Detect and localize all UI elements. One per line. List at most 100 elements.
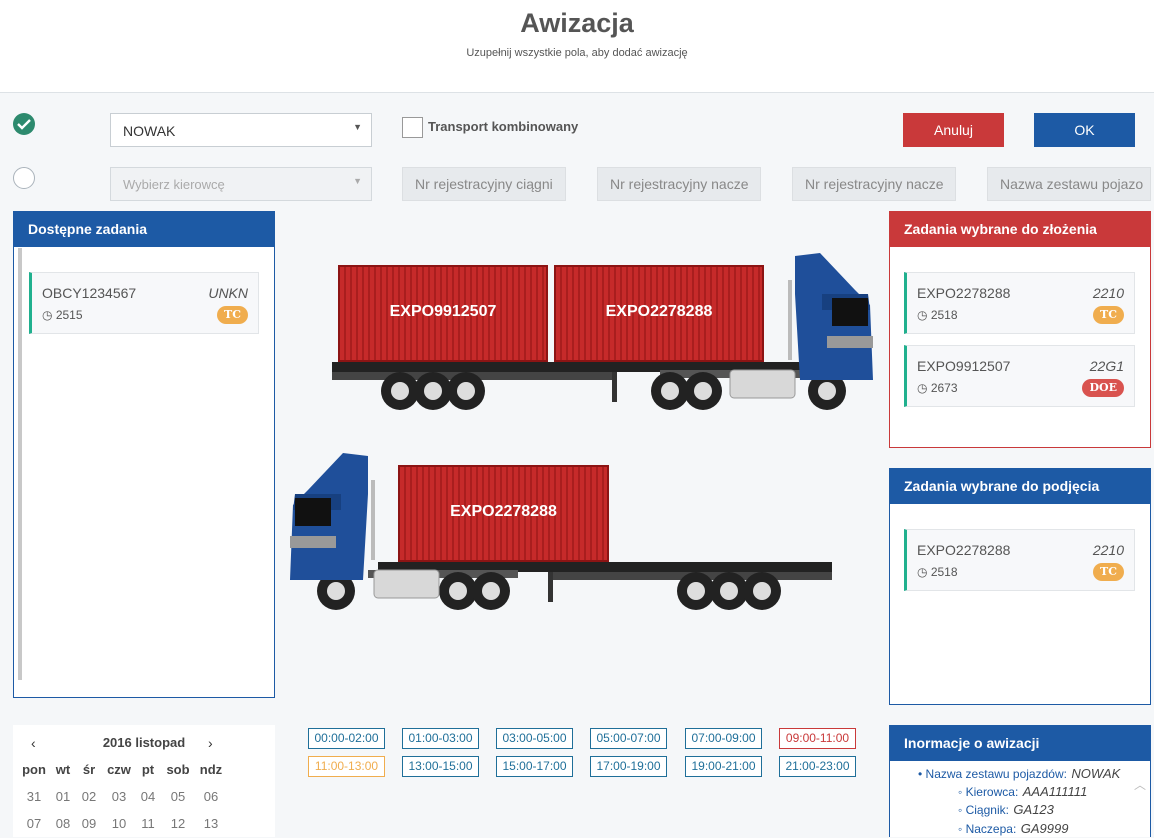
weekday-label: sob (166, 762, 190, 777)
chevron-down-icon: ▼ (353, 176, 362, 186)
info-label: Nazwa zestawu pojazdów: (925, 767, 1067, 781)
timeslot-button[interactable]: 13:00-15:00 (402, 756, 479, 777)
container-label: EXPO2278288 (605, 303, 713, 320)
combined-transport-label: Transport kombinowany (428, 119, 579, 134)
timeslot-button[interactable]: 21:00-23:00 (779, 756, 856, 777)
scroll-up-chevron-icon[interactable]: ︿ (1134, 776, 1146, 793)
container-top-right[interactable]: EXPO2278288 (554, 265, 764, 362)
timeslot-button[interactable]: 09:00-11:00 (779, 728, 856, 749)
pickup-tasks-panel: Zadania wybrane do podjęcia EXPO2278288 … (889, 468, 1151, 705)
task-number-value: 2515 (55, 308, 83, 322)
task-code: EXPO2278288 (917, 542, 1011, 558)
task-type: 2210 (1092, 285, 1124, 301)
container-label: EXPO2278288 (450, 503, 557, 520)
truck-drop-off-illustration: EXPO9912507 EXPO2278288 (330, 250, 875, 415)
vehicle-set-name-input[interactable]: Nazwa zestawu pojazo (987, 167, 1151, 201)
task-code: EXPO2278288 (917, 285, 1011, 301)
task-code: EXPO9912507 (917, 358, 1011, 374)
driver-select[interactable]: Wybierz kierowcę ▼ (110, 167, 372, 201)
info-value: AAA111111 (1022, 784, 1088, 799)
clock-icon: ◷ (917, 565, 928, 579)
info-trailer: ◦ Naczepa: GA9999 (958, 821, 1069, 836)
combined-transport-checkbox[interactable] (402, 117, 423, 138)
info-tractor: ◦ Ciągnik: GA123 (958, 802, 1054, 817)
carrier-select[interactable]: NOWAK ▼ (110, 113, 372, 147)
task-type: UNKN (208, 285, 248, 301)
task-card[interactable]: EXPO2278288 2210 ◷ 2518 TC (904, 272, 1135, 334)
chevron-down-icon: ▼ (353, 122, 362, 132)
calendar-day[interactable]: 10 (104, 816, 134, 831)
timeslot-button[interactable]: 05:00-07:00 (590, 728, 667, 749)
info-label: Ciągnik: (965, 803, 1009, 817)
task-number: ◷ 2518 (917, 565, 958, 579)
available-tasks-title: Dostępne zadania (14, 212, 274, 247)
trailer-registration-input-2[interactable]: Nr rejestracyjny nacze (792, 167, 956, 201)
task-number: ◷ 2518 (917, 308, 958, 322)
page-subtitle: Uzupełnij wszystkie pola, aby dodać awiz… (466, 47, 688, 59)
calendar-month-title: 2016 listopad (102, 735, 186, 750)
task-number: ◷ 2515 (42, 308, 83, 322)
info-value: GA9999 (1020, 821, 1069, 836)
task-code: OBCY1234567 (42, 285, 137, 301)
timeslot-button[interactable]: 07:00-09:00 (685, 728, 762, 749)
step-pending-circle-icon (13, 167, 35, 189)
info-value: GA123 (1013, 802, 1054, 817)
calendar-day[interactable]: 12 (163, 816, 193, 831)
date-picker: ‹ 2016 listopad › pon wt śr czw pt sob n… (13, 725, 275, 837)
tractor-registration-input[interactable]: Nr rejestracyjny ciągni (402, 167, 566, 201)
status-badge: TC (1093, 306, 1124, 324)
available-tasks-panel: Dostępne zadania OBCY1234567 UNKN ◷ 2515… (13, 211, 275, 698)
info-set-name: • Nazwa zestawu pojazdów: NOWAK (918, 766, 1121, 781)
task-number-value: 2518 (930, 308, 958, 322)
clock-icon: ◷ (917, 381, 928, 395)
status-badge: TC (1093, 563, 1124, 581)
clock-icon: ◷ (42, 308, 53, 322)
calendar-day[interactable]: 05 (163, 789, 193, 804)
task-type: 22G1 (1089, 358, 1124, 374)
timeslot-button[interactable]: 03:00-05:00 (496, 728, 573, 749)
task-card[interactable]: OBCY1234567 UNKN ◷ 2515 TC (29, 272, 259, 334)
calendar-day[interactable]: 04 (133, 789, 163, 804)
status-badge: TC (217, 306, 248, 324)
drop-tasks-title: Zadania wybrane do złożenia (890, 212, 1150, 247)
timeslot-button[interactable]: 19:00-21:00 (685, 756, 762, 777)
page-header: Awizacja Uzupełnij wszystkie pola, aby d… (0, 0, 1154, 93)
ok-button[interactable]: OK (1034, 113, 1135, 147)
weekday-label: pt (141, 762, 155, 777)
cancel-button[interactable]: Anuluj (903, 113, 1004, 147)
next-month-button[interactable]: › (208, 735, 213, 751)
calendar-day[interactable]: 07 (19, 816, 49, 831)
timeslot-button[interactable]: 00:00-02:00 (308, 728, 385, 749)
info-label: Kierowca: (965, 785, 1019, 799)
calendar-day[interactable]: 11 (133, 816, 163, 831)
driver-select-placeholder: Wybierz kierowcę (123, 177, 225, 192)
info-panel-title: Inormacje o awizacji (890, 726, 1150, 761)
calendar-day[interactable]: 06 (196, 789, 226, 804)
calendar-day[interactable]: 02 (74, 789, 104, 804)
weekday-label: ndz (199, 762, 223, 777)
timeslot-button[interactable]: 01:00-03:00 (402, 728, 479, 749)
drop-tasks-panel: Zadania wybrane do złożenia EXPO2278288 … (889, 211, 1151, 448)
calendar-day[interactable]: 31 (19, 789, 49, 804)
trailer-registration-input-1[interactable]: Nr rejestracyjny nacze (597, 167, 761, 201)
timeslot-button[interactable]: 15:00-17:00 (496, 756, 573, 777)
calendar-day[interactable]: 09 (74, 816, 104, 831)
task-type: 2210 (1092, 542, 1124, 558)
calendar-day[interactable]: 13 (196, 816, 226, 831)
scrollbar[interactable] (18, 248, 22, 680)
info-driver: ◦ Kierowca: AAA111111 (958, 784, 1088, 799)
truck-pick-up-illustration: EXPO2278288 (288, 450, 836, 615)
task-card[interactable]: EXPO2278288 2210 ◷ 2518 TC (904, 529, 1135, 591)
weekday-label: śr (82, 762, 96, 777)
weekday-label: pon (22, 762, 46, 777)
container-bottom[interactable]: EXPO2278288 (398, 465, 609, 562)
calendar-day[interactable]: 03 (104, 789, 134, 804)
clock-icon: ◷ (917, 308, 928, 322)
container-top-left[interactable]: EXPO9912507 (338, 265, 548, 362)
task-card[interactable]: EXPO9912507 22G1 ◷ 2673 DOE (904, 345, 1135, 407)
page-title: Awizacja (520, 8, 634, 38)
timeslot-button[interactable]: 17:00-19:00 (590, 756, 667, 777)
timeslot-button[interactable]: 11:00-13:00 (308, 756, 385, 777)
container-label: EXPO9912507 (389, 303, 497, 320)
status-badge: DOE (1082, 379, 1124, 397)
